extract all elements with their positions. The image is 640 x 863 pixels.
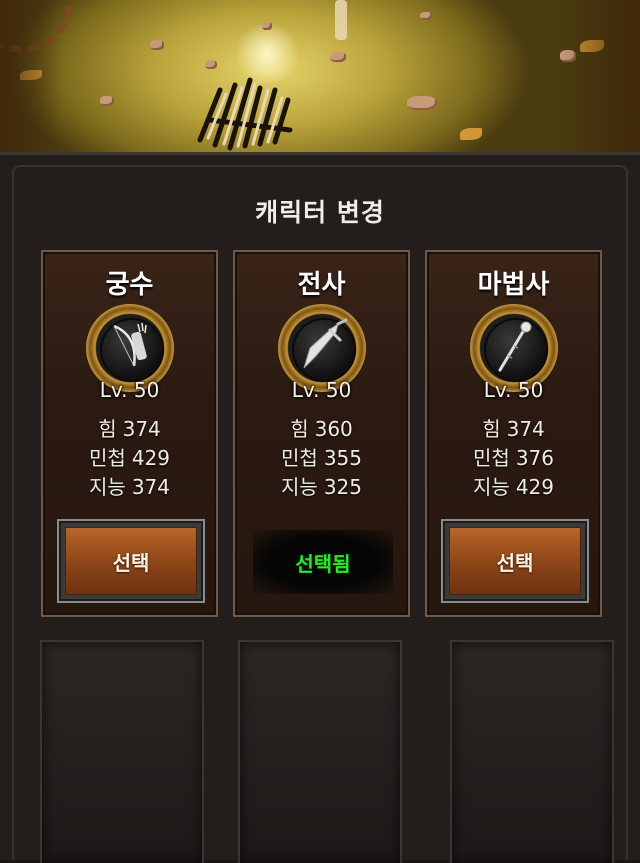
stat-label: 힘 bbox=[482, 417, 501, 441]
stat-label: 민첩 bbox=[281, 446, 318, 470]
stat-agility: 민첩 429 bbox=[43, 444, 216, 473]
scene-vignette-right bbox=[560, 0, 640, 152]
stat-label: 힘 bbox=[98, 417, 117, 441]
character-change-panel: 캐릭터 변경 궁수 Lv. 50 힘374 민첩429 지능374 선택 bbox=[0, 152, 640, 863]
select-button-label: 선택 bbox=[112, 550, 150, 575]
scene-rock bbox=[262, 22, 272, 30]
stat-value: 374 bbox=[122, 417, 161, 441]
scene-leaf bbox=[460, 128, 482, 140]
character-card-mage: 마법사 Lv. 50 힘 374 민첩 376 지능 429 선택 bbox=[425, 250, 602, 617]
stat-label: 지능 bbox=[89, 475, 126, 499]
character-card-archer: 궁수 Lv. 50 힘 374 민첩 429 지능 374 선택 bbox=[41, 250, 218, 617]
stat-value: 325 bbox=[323, 475, 362, 499]
character-level: Lv. 50 bbox=[291, 378, 352, 402]
stat-value: 429 bbox=[515, 475, 554, 499]
select-button-label: 선택 bbox=[496, 550, 534, 575]
character-name: 궁수 bbox=[105, 270, 154, 300]
stat-label: 민첩 bbox=[89, 446, 126, 470]
stat-intelligence: 지능 429 bbox=[427, 473, 600, 502]
stat-value: 376 bbox=[515, 446, 554, 470]
sword-icon bbox=[303, 318, 347, 369]
empty-slot bbox=[40, 640, 204, 863]
selected-label: 선택됨 bbox=[295, 551, 351, 576]
stat-label: 지능 bbox=[473, 475, 510, 499]
scene-rock bbox=[100, 96, 114, 106]
character-name: 마법사 bbox=[477, 270, 550, 300]
stat-label: 힘 bbox=[290, 417, 309, 441]
character-level: Lv. 50 bbox=[99, 378, 160, 402]
stat-value: 355 bbox=[323, 446, 362, 470]
character-stats: 힘 360 민첩 355 지능 325 bbox=[235, 415, 408, 502]
stat-value: 374 bbox=[506, 417, 545, 441]
game-scene bbox=[0, 0, 640, 152]
stat-strength: 힘 360 bbox=[235, 415, 408, 444]
scene-creature bbox=[197, 77, 293, 151]
select-button-face[interactable]: 선택 bbox=[65, 527, 197, 595]
panel-title: 캐릭터 변경 bbox=[255, 198, 385, 227]
stat-strength: 힘 374 bbox=[43, 415, 216, 444]
stat-value: 360 bbox=[314, 417, 353, 441]
empty-slot bbox=[450, 640, 614, 863]
stat-agility: 민첩 355 bbox=[235, 444, 408, 473]
bow-and-quiver-icon bbox=[112, 322, 147, 367]
scene-rock bbox=[420, 12, 432, 20]
scene-rock bbox=[330, 52, 346, 62]
character-level: Lv. 50 bbox=[483, 378, 544, 402]
select-button-mage[interactable]: 선택 bbox=[441, 519, 589, 603]
character-card-warrior: 전사 Lv. 50 힘 360 민첩 355 지능 325 선택됨 bbox=[233, 250, 410, 617]
scene-rock bbox=[150, 40, 164, 50]
selected-indicator: 선택됨 bbox=[253, 530, 393, 594]
stat-label: 지능 bbox=[281, 475, 318, 499]
character-stats: 힘 374 민첩 376 지능 429 bbox=[427, 415, 600, 502]
scene-npc-figure bbox=[335, 0, 347, 40]
stat-strength: 힘 374 bbox=[427, 415, 600, 444]
scene-vignette-left bbox=[0, 0, 60, 152]
stat-label: 민첩 bbox=[473, 446, 510, 470]
stat-value: 374 bbox=[131, 475, 170, 499]
character-name: 전사 bbox=[297, 270, 346, 300]
select-button-archer[interactable]: 선택 bbox=[57, 519, 205, 603]
select-button-face[interactable]: 선택 bbox=[449, 527, 581, 595]
character-stats: 힘 374 민첩 429 지능 374 bbox=[43, 415, 216, 502]
stat-value: 429 bbox=[131, 446, 170, 470]
stat-intelligence: 지능 325 bbox=[235, 473, 408, 502]
empty-slot bbox=[238, 640, 402, 863]
scene-rock bbox=[407, 96, 437, 110]
staff-icon bbox=[498, 321, 531, 372]
stat-intelligence: 지능 374 bbox=[43, 473, 216, 502]
stat-agility: 민첩 376 bbox=[427, 444, 600, 473]
